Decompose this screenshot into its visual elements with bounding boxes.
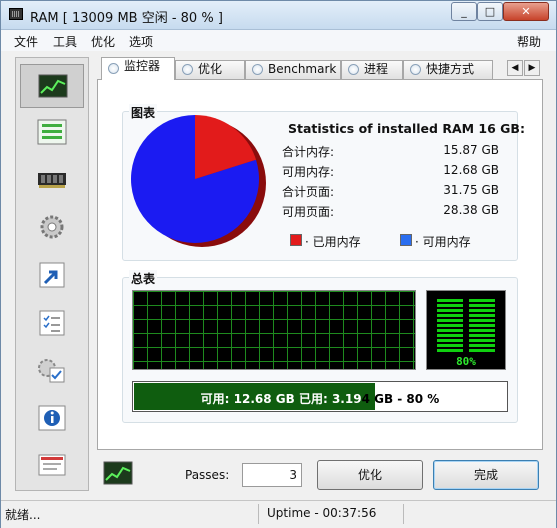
letter-icon [38,454,66,476]
menu-bar: 文件 工具 优化 选项 帮助 [1,30,556,51]
bar-free-text: 可用: 12.68 GB [200,392,295,406]
stat-free-page-value: 28.38 GB [443,203,499,217]
stat-total-memory-label: 合计内存: [282,145,335,159]
sidebar-item-list[interactable] [36,118,68,146]
status-text: 就绪... [5,508,41,522]
close-button[interactable]: ✕ [503,2,549,21]
monitor-chart-icon [38,74,68,98]
sidebar-item-options[interactable] [36,356,68,384]
stat-free-page-label: 可用页面: [282,205,335,219]
monitor-chart-icon [103,461,133,485]
uptime-text: Uptime - 00:37:56 [267,506,377,520]
menu-file[interactable]: 文件 [14,33,38,50]
ram-app-icon [9,8,23,20]
sidebar-item-mail[interactable] [36,451,68,479]
maximize-button[interactable]: □ [477,2,503,21]
memory-usage-meter: 80% [426,290,506,370]
tab-scroll-left-button[interactable]: ◀ [507,60,523,76]
tab-label: 进程 [364,62,389,76]
checklist-icon [39,310,65,336]
legend-free-label: · 可用内存 [415,235,471,249]
gear-icon [40,215,64,239]
sidebar-item-info[interactable] [36,404,68,432]
tab-radio-icon [182,64,193,75]
tab-radio-icon [410,64,421,75]
sidebar-item-memory[interactable] [36,165,68,193]
memory-chip-icon [38,173,66,188]
sidebar-item-monitor[interactable] [20,64,84,108]
memory-progress-bar: 可用: 12.68 GB 已用: 3.194 GB - 80 % [132,381,508,412]
tab-optimize[interactable]: 优化 [175,60,245,79]
bar-used-rest: 4 GB - 80 % [361,392,440,406]
bar-used-label: 已用: 3.19 [298,392,362,406]
list-icon [37,119,67,145]
done-button[interactable]: 完成 [433,460,539,490]
minimize-button[interactable]: _ [451,2,477,21]
tab-label: 监控器 [124,59,161,73]
stat-free-memory-value: 12.68 GB [443,163,499,177]
tab-label: 快捷方式 [426,62,475,76]
stat-free-memory-label: 可用内存: [282,165,335,179]
tab-label: Benchmark [268,62,337,76]
memory-pie-chart [131,115,266,247]
tab-radio-icon [348,64,359,75]
menu-help[interactable]: 帮助 [517,33,541,50]
shortcut-arrow-icon [39,262,65,288]
window-title: RAM [ 13009 MB 空闲 - 80 % ] [30,11,223,26]
stat-total-memory-value: 15.87 GB [443,143,499,157]
sidebar-item-settings[interactable] [36,213,68,241]
status-separator [403,504,404,524]
stat-total-page-value: 31.75 GB [443,183,499,197]
legend-free-swatch [400,234,412,246]
tab-radio-icon [252,64,263,75]
app-window: RAM [ 13009 MB 空闲 - 80 % ] _ □ ✕ 文件 工具 优… [0,0,557,528]
passes-label: Passes: [185,468,230,482]
meter-percent: 80% [456,355,476,368]
title-bar: RAM [ 13009 MB 空闲 - 80 % ] _ □ ✕ [1,1,556,30]
info-icon [38,405,66,431]
optimize-button[interactable]: 优化 [317,460,423,490]
menu-optimize[interactable]: 优化 [91,33,115,50]
tab-monitor[interactable]: 监控器 [101,57,175,80]
passes-input[interactable]: 3 [242,463,302,487]
meter-bar-right [469,297,495,353]
legend-used-swatch [290,234,302,246]
sidebar [15,57,89,491]
stat-total-page-label: 合计页面: [282,185,335,199]
menu-options[interactable]: 选项 [129,33,153,50]
memory-history-graph [132,290,416,370]
status-bar: 就绪... Uptime - 00:37:56 [1,500,556,528]
legend-used-label: · 已用内存 [305,235,361,249]
settings-check-icon [38,359,65,383]
tab-strip: 监控器 优化 Benchmark 进程 快捷方式 ◀ ▶ [97,57,543,80]
tab-shortcuts[interactable]: 快捷方式 [403,60,493,79]
tab-label: 优化 [198,62,223,76]
sidebar-item-shortcut[interactable] [36,261,68,289]
sidebar-item-checklist[interactable] [36,309,68,337]
status-separator [258,504,259,524]
tab-radio-icon [108,63,119,74]
progress-bar-text: 可用: 12.68 GB 已用: 3.194 GB - 80 % [133,390,507,407]
stats-title: Statistics of installed RAM 16 GB: [288,121,525,136]
tab-processes[interactable]: 进程 [341,60,403,79]
tab-scroll-right-button[interactable]: ▶ [524,60,540,76]
meter-bar-left [437,297,463,353]
tab-benchmark[interactable]: Benchmark [245,60,341,79]
summary-group-title: 总表 [129,270,158,287]
menu-tools[interactable]: 工具 [53,33,77,50]
